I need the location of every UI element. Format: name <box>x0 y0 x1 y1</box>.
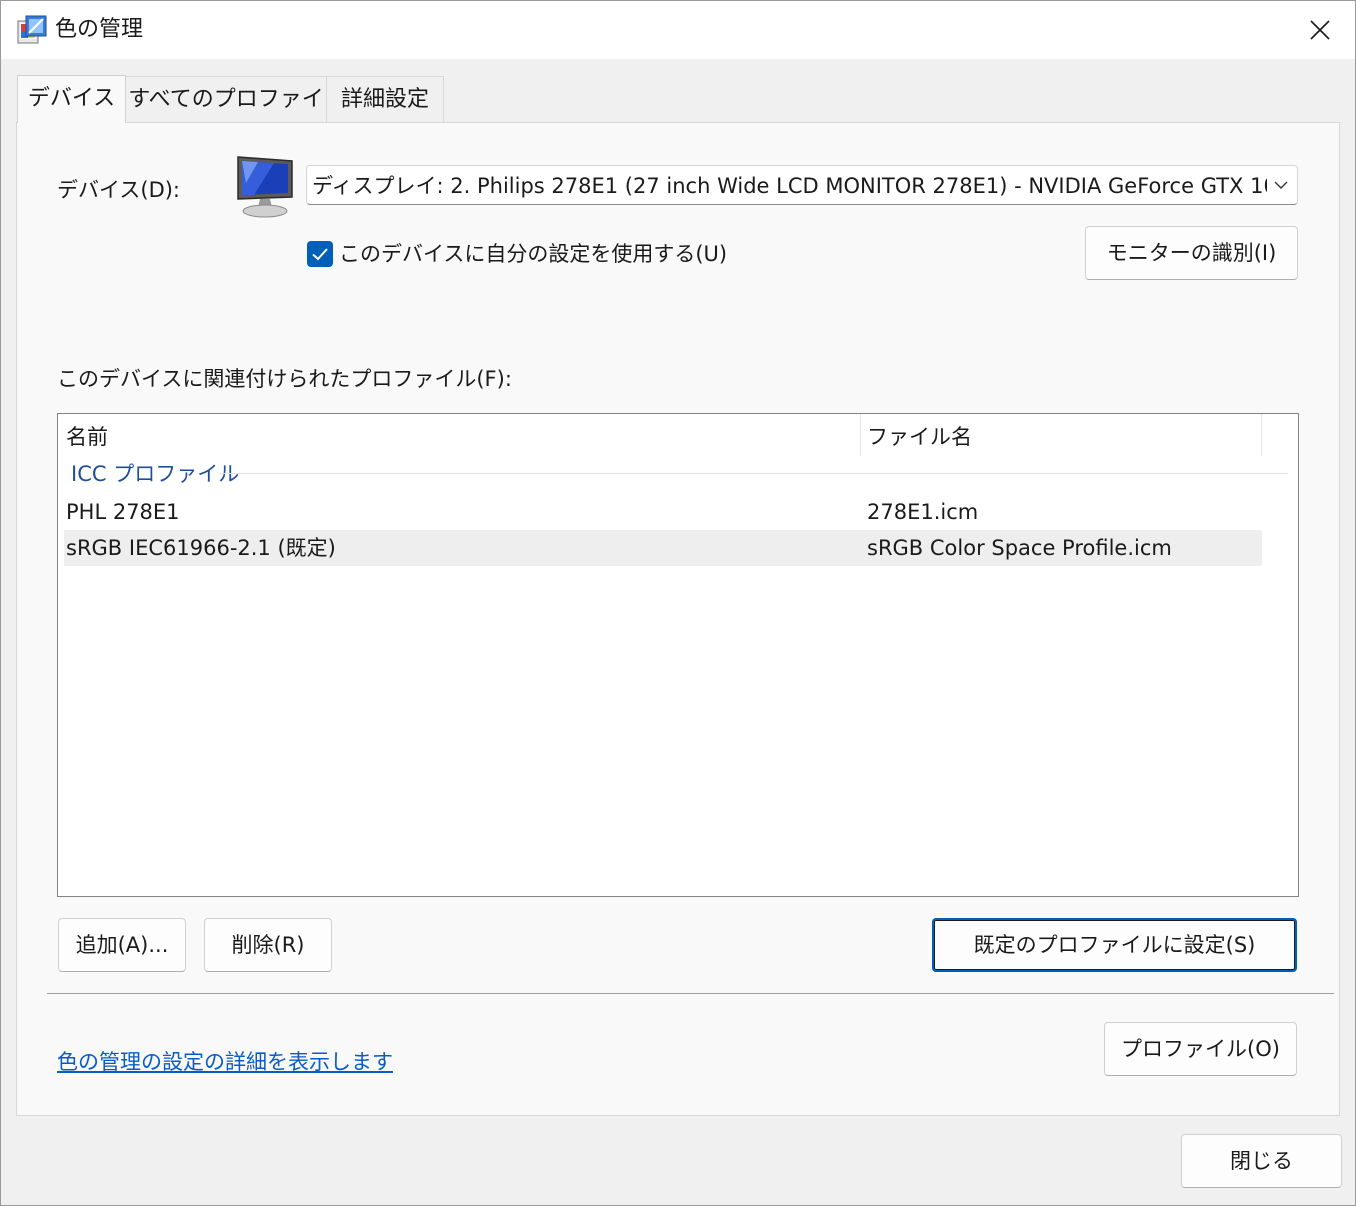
use-my-settings-label[interactable]: このデバイスに自分の設定を使用する(U) <box>339 240 727 268</box>
remove-profile-button[interactable]: 削除(R) <box>204 918 332 972</box>
close-window-button[interactable] <box>1285 1 1355 59</box>
profile-filename: 278E1.icm <box>867 500 979 524</box>
advanced-settings-link[interactable]: 色の管理の設定の詳細を表示します <box>57 1047 393 1077</box>
column-separator[interactable] <box>860 414 861 456</box>
color-management-window: 色の管理 デバイス すべてのプロファイル 詳細設定 デバイス(D): ディスプレ… <box>0 0 1356 1206</box>
column-header-name[interactable]: 名前 <box>66 420 108 454</box>
tab-devices[interactable]: デバイス <box>17 75 126 123</box>
set-default-profile-button[interactable]: 既定のプロファイルに設定(S) <box>932 918 1297 972</box>
associated-profiles-label: このデバイスに関連付けられたプロファイル(F): <box>57 367 512 391</box>
table-row[interactable]: PHL 278E1 278E1.icm <box>64 494 1262 530</box>
monitor-icon <box>237 156 293 218</box>
close-button[interactable]: 閉じる <box>1181 1134 1342 1188</box>
table-row[interactable]: sRGB IEC61966-2.1 (既定) sRGB Color Space … <box>64 530 1262 566</box>
color-management-app-icon <box>17 15 47 44</box>
chevron-down-icon <box>1274 181 1288 189</box>
tab-advanced[interactable]: 詳細設定 <box>326 76 444 123</box>
group-divider <box>220 473 1288 474</box>
profile-filename: sRGB Color Space Profile.icm <box>867 536 1172 560</box>
tab-all-profiles[interactable]: すべてのプロファイル <box>125 76 327 158</box>
device-dropdown[interactable]: ディスプレイ: 2. Philips 278E1 (27 inch Wide L… <box>306 165 1298 205</box>
device-dropdown-value: ディスプレイ: 2. Philips 278E1 (27 inch Wide L… <box>312 174 1267 198</box>
title-bar: 色の管理 <box>1 1 1355 59</box>
group-header-icc-profiles[interactable]: ICC プロファイル <box>71 458 239 490</box>
close-icon <box>1310 20 1330 40</box>
identify-monitors-button[interactable]: モニターの識別(I) <box>1085 226 1298 280</box>
profiles-menu-button[interactable]: プロファイル(O) <box>1104 1022 1297 1076</box>
separator-line <box>47 993 1334 994</box>
profile-name: PHL 278E1 <box>66 500 180 524</box>
checkmark-icon <box>312 248 328 261</box>
profiles-list[interactable]: 名前 ファイル名 ICC プロファイル PHL 278E1 278E1.icm … <box>57 413 1299 897</box>
window-title: 色の管理 <box>55 17 144 42</box>
profile-name: sRGB IEC61966-2.1 (既定) <box>66 536 336 560</box>
add-profile-button[interactable]: 追加(A)... <box>58 918 186 972</box>
column-separator[interactable] <box>1261 414 1262 456</box>
column-header-filename[interactable]: ファイル名 <box>867 420 972 454</box>
device-label: デバイス(D): <box>57 178 181 202</box>
use-my-settings-checkbox[interactable] <box>307 241 333 267</box>
